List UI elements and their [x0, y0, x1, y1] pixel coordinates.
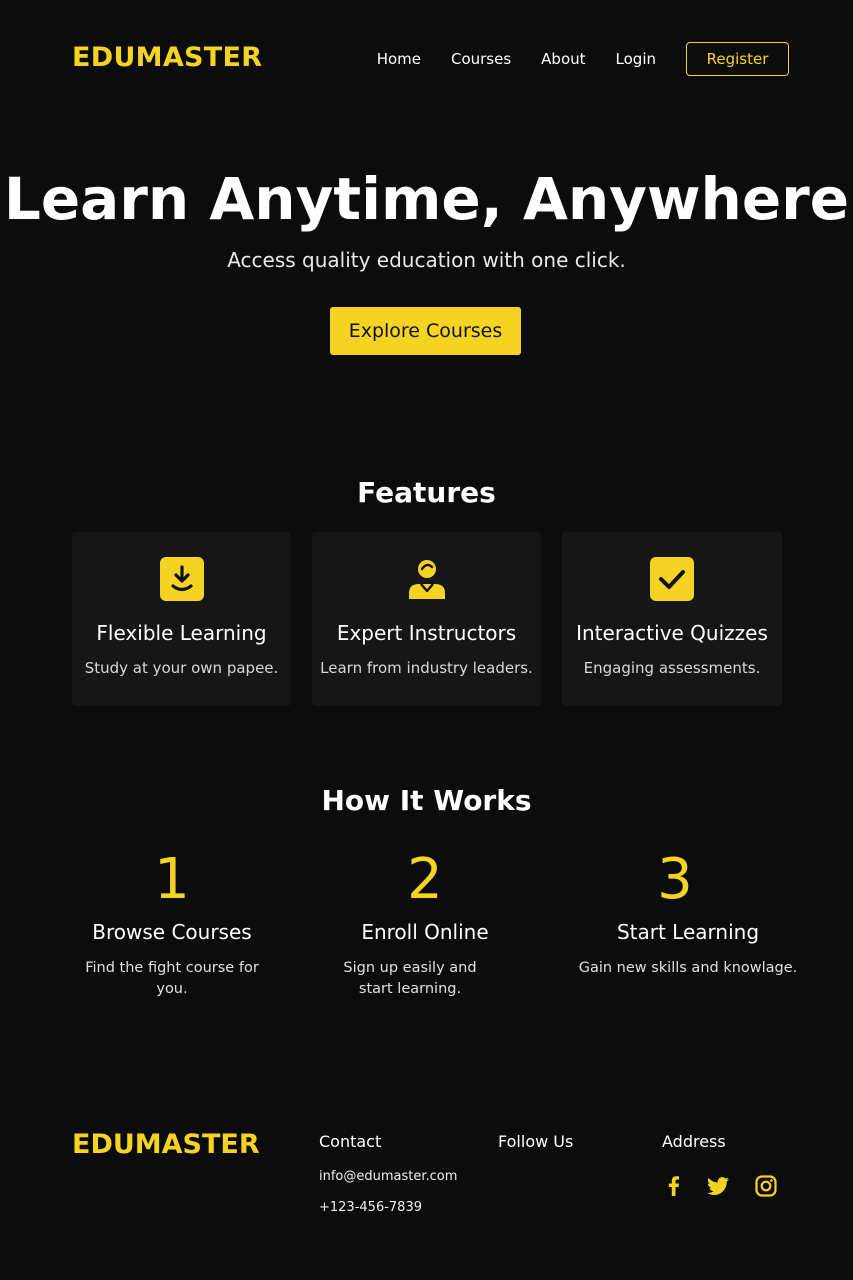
feature-card-flexible-learning: Flexible Learning Study at your own pape…: [72, 532, 291, 706]
step-title: Browse Courses: [92, 920, 252, 944]
feature-title: Expert Instructors: [336, 621, 517, 645]
register-button[interactable]: Register: [686, 42, 789, 76]
step-number: 3: [657, 847, 693, 912]
main-nav: Home Courses About Login Register: [377, 42, 789, 76]
step-number: 2: [407, 847, 443, 912]
feature-description: Learn from industry leaders.: [320, 659, 533, 677]
step-description: Sign up easily and start learning.: [343, 960, 477, 997]
footer-contact-heading: Contact: [319, 1132, 382, 1151]
nav-login-link[interactable]: Login: [616, 50, 656, 68]
features-heading: Features: [357, 476, 496, 509]
footer-phone[interactable]: +123-456-7839: [319, 1200, 422, 1215]
feature-description: Engaging assessments.: [583, 659, 761, 677]
how-it-works-heading: How It Works: [321, 784, 532, 817]
step-title: Start Learning: [616, 920, 760, 944]
feature-card-expert-instructors: Expert Instructors Learn from industry l…: [312, 532, 541, 706]
nav-courses-link[interactable]: Courses: [451, 50, 511, 68]
feature-title: Interactive Quizzes: [576, 621, 768, 645]
checkbox-icon: [650, 557, 694, 601]
step-browse-courses: 1 Browse Courses Find the fight course f…: [72, 850, 272, 1000]
step-description: Find the fight course for you.: [85, 960, 259, 997]
step-title: Enroll Online: [361, 920, 489, 944]
step-description: Gain new skills and knowlage.: [578, 960, 798, 976]
brand-logo[interactable]: EDUMASTER: [72, 42, 262, 73]
feature-card-interactive-quizzes: Interactive Quizzes Engaging assessments…: [562, 532, 782, 706]
hero-subtitle: Access quality education with one click.: [227, 248, 626, 272]
footer-follow-heading: Follow Us: [498, 1132, 574, 1151]
nav-about-link[interactable]: About: [541, 50, 585, 68]
footer-logo[interactable]: EDUMASTER: [72, 1129, 260, 1160]
page: EDUMASTER Home Courses About Login Regis…: [0, 0, 853, 1280]
explore-courses-button[interactable]: Explore Courses: [330, 307, 521, 355]
step-number: 1: [154, 847, 190, 912]
hero-title: Learn Anytime, Anywhere: [3, 165, 850, 233]
twitter-icon[interactable]: [706, 1174, 730, 1198]
nav-home-link[interactable]: Home: [377, 50, 421, 68]
footer-address-heading: Address: [662, 1132, 726, 1151]
instructor-icon: [408, 560, 445, 599]
download-icon: [159, 557, 204, 601]
facebook-icon[interactable]: [662, 1174, 686, 1198]
footer-email[interactable]: info@edumaster.com: [319, 1169, 457, 1184]
step-enroll-online: 2 Enroll Online Sign up easily and start…: [330, 850, 520, 1000]
feature-title: Flexible Learning: [96, 621, 267, 645]
step-start-learning: 3 Start Learning Gain new skills and kno…: [578, 850, 798, 979]
instagram-icon[interactable]: [754, 1174, 778, 1198]
feature-description: Study at your own papee.: [84, 659, 279, 677]
